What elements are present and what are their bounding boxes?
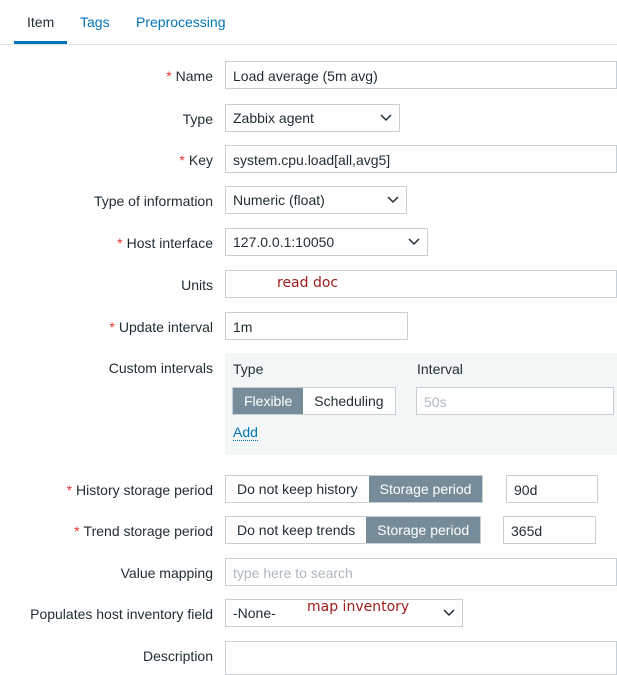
- custom-intervals-interval-header: Interval: [417, 361, 463, 377]
- trend-storage-label: * Trend storage period: [74, 523, 213, 539]
- trend-storage-toggle: Do not keep trends Storage period: [225, 516, 482, 544]
- item-form: * Name Load average (5m avg) Type Zabbix …: [0, 44, 617, 675]
- tab-bar: Item Tags Preprocessing: [0, 0, 617, 45]
- row-units: Units read doc: [0, 270, 617, 300]
- required-mark: *: [166, 68, 172, 84]
- update-interval-label: * Update interval: [109, 319, 213, 335]
- key-input[interactable]: system.cpu.load[all,avg5]: [225, 145, 617, 173]
- row-description: Description: [0, 641, 617, 675]
- row-inventory-field: Populates host inventory field -None- ma…: [0, 599, 617, 629]
- tab-tags[interactable]: Tags: [80, 14, 110, 30]
- row-trend-storage: * Trend storage period Do not keep trends…: [0, 516, 617, 546]
- units-annotation: read doc: [277, 275, 339, 291]
- name-label: * Name: [166, 68, 213, 84]
- tab-preprocessing[interactable]: Preprocessing: [136, 14, 226, 30]
- host-interface-select[interactable]: 127.0.0.1:10050: [225, 228, 428, 256]
- value-mapping-label: Value mapping: [120, 565, 213, 581]
- type-of-information-label: Type of information: [93, 193, 213, 209]
- row-type-of-information: Type of information Numeric (float): [0, 186, 617, 216]
- type-select[interactable]: Zabbix agent: [225, 104, 400, 132]
- chevron-down-icon: [408, 238, 420, 246]
- units-label: Units: [181, 277, 213, 293]
- add-custom-interval-link[interactable]: Add: [233, 424, 258, 441]
- custom-interval-input[interactable]: 50s: [416, 387, 614, 415]
- update-interval-input[interactable]: 1m: [225, 312, 408, 340]
- inventory-annotation: map inventory: [307, 599, 410, 615]
- row-value-mapping: Value mapping type here to search: [0, 558, 617, 588]
- trend-storage-period-button[interactable]: Storage period: [366, 517, 481, 543]
- key-label: * Key: [179, 152, 213, 168]
- description-label: Description: [142, 648, 213, 664]
- custom-interval-type-toggle: Flexible Scheduling: [232, 387, 396, 415]
- scheduling-button[interactable]: Scheduling: [303, 388, 395, 414]
- row-name: * Name Load average (5m avg): [0, 61, 617, 91]
- custom-intervals-type-header: Type: [233, 361, 264, 377]
- type-of-information-select[interactable]: Numeric (float): [225, 186, 407, 214]
- row-host-interface: * Host interface 127.0.0.1:10050: [0, 228, 617, 258]
- row-type: Type Zabbix agent: [0, 104, 617, 134]
- history-storage-period-button[interactable]: Storage period: [368, 476, 483, 502]
- custom-intervals-label: Custom intervals: [108, 360, 213, 376]
- history-storage-input[interactable]: 90d: [506, 475, 598, 503]
- chevron-down-icon: [443, 609, 455, 617]
- trend-storage-input[interactable]: 365d: [503, 516, 596, 544]
- inventory-field-label: Populates host inventory field: [30, 606, 213, 622]
- do-not-keep-history-button[interactable]: Do not keep history: [226, 476, 369, 502]
- value-mapping-search-input[interactable]: type here to search: [225, 558, 617, 586]
- row-update-interval: * Update interval 1m: [0, 312, 617, 342]
- flexible-button[interactable]: Flexible: [233, 388, 304, 414]
- tab-item[interactable]: Item: [27, 14, 54, 30]
- type-label: Type: [182, 111, 213, 127]
- do-not-keep-trends-button[interactable]: Do not keep trends: [226, 517, 367, 543]
- chevron-down-icon: [387, 196, 399, 204]
- host-interface-label: * Host interface: [117, 235, 213, 251]
- name-input[interactable]: Load average (5m avg): [225, 61, 617, 89]
- custom-intervals-table: Type Interval Flexible Scheduling 50s Ad…: [225, 353, 617, 455]
- row-key: * Key system.cpu.load[all,avg5]: [0, 145, 617, 175]
- history-storage-toggle: Do not keep history Storage period: [225, 475, 484, 503]
- history-storage-label: * History storage period: [66, 482, 213, 498]
- row-history-storage: * History storage period Do not keep hist…: [0, 475, 617, 505]
- row-custom-intervals: Custom intervals Type Interval Flexible …: [0, 353, 617, 455]
- chevron-down-icon: [380, 114, 392, 122]
